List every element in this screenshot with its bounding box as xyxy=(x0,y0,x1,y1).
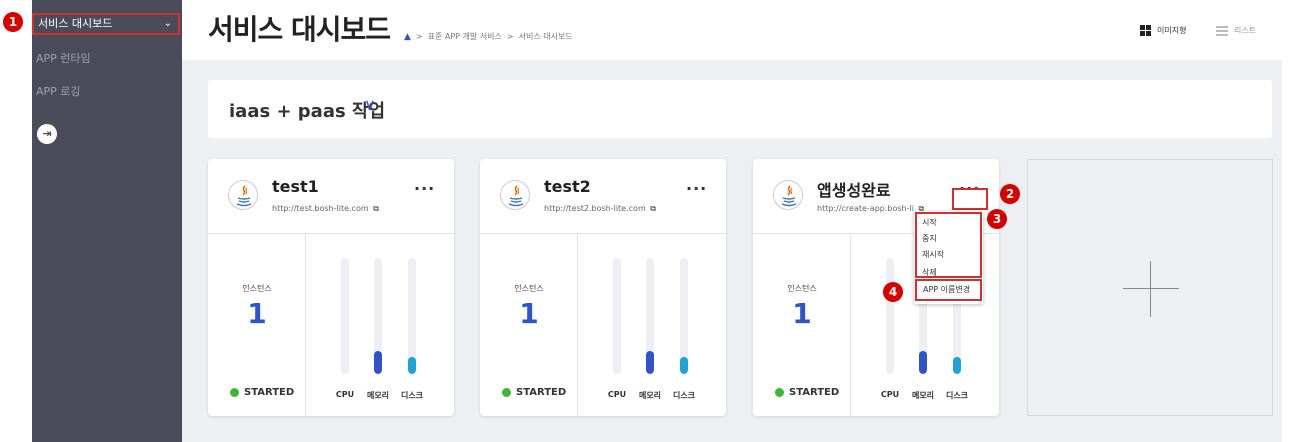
sidebar-item-label: 서비스 대시보드 xyxy=(38,17,113,30)
card-header: test1 http://test.bosh-lite.com ⧉ ··· xyxy=(208,159,454,234)
instance-label: 인스턴스 xyxy=(242,284,272,293)
app-name: 앱생성완료 xyxy=(817,181,891,200)
list-view-button[interactable]: 리스트 xyxy=(1216,25,1256,36)
instance-count: 1 xyxy=(792,297,812,330)
card-header: test2 http://test2.bosh-lite.com ⧉ ··· xyxy=(480,159,726,234)
list-view-icon xyxy=(1216,25,1228,36)
plus-icon-vertical xyxy=(1150,261,1151,317)
callout-badge: 1 xyxy=(3,12,23,32)
instance-panel: 인스턴스 1 STARTED xyxy=(480,234,578,416)
cpu-bar xyxy=(341,258,349,374)
menu-item-restart[interactable]: 재시작 xyxy=(922,249,944,260)
more-button-highlight xyxy=(952,188,988,210)
memory-bar-fill xyxy=(374,350,382,374)
app-url-link[interactable]: http://create-app.bosh-li ⧉ xyxy=(817,204,924,214)
chevron-down-icon: ⌄ xyxy=(163,18,172,29)
status-text: STARTED xyxy=(244,387,295,398)
java-icon xyxy=(500,180,530,210)
sidebar-item-app-logging[interactable]: APP 로깅 xyxy=(32,81,81,103)
external-link-icon: ⧉ xyxy=(370,204,379,213)
plus-icon xyxy=(1123,288,1179,289)
app-url: http://test2.bosh-lite.com xyxy=(544,204,646,213)
menu-item-rename-app[interactable]: APP 이름변경 xyxy=(915,279,982,301)
sidebar: 서비스 대시보드 ⌄ APP 런타임 APP 로깅 ⇥ xyxy=(32,0,182,442)
instance-panel: 인스턴스 1 STARTED xyxy=(753,234,851,416)
more-options-button[interactable]: ··· xyxy=(414,179,435,198)
disk-label: 디스크 xyxy=(945,391,969,400)
breadcrumb: ▲ > 표준 APP 개발 서비스 > 서비스 대시보드 xyxy=(404,31,573,42)
menu-item-start[interactable]: 시작 xyxy=(922,217,937,228)
memory-bar-fill xyxy=(919,350,927,374)
instance-count: 1 xyxy=(519,297,539,330)
menu-item-stop[interactable]: 중지 xyxy=(922,233,937,244)
app-name: test2 xyxy=(544,177,591,196)
external-link-icon: ⧉ xyxy=(647,204,656,213)
disk-bar-fill xyxy=(953,356,961,374)
status-text: STARTED xyxy=(516,387,567,398)
app-url-link[interactable]: http://test2.bosh-lite.com ⧉ xyxy=(544,204,656,214)
instance-label: 인스턴스 xyxy=(514,284,544,293)
logout-icon[interactable]: ⇥ xyxy=(37,124,57,144)
app-url: http://create-app.bosh-li xyxy=(817,204,914,213)
breadcrumb-separator: > xyxy=(506,32,514,41)
status-badge: STARTED xyxy=(230,387,294,398)
list-view-label: 리스트 xyxy=(1234,26,1257,35)
app-url-link[interactable]: http://test.bosh-lite.com ⧉ xyxy=(272,204,379,214)
org-selector[interactable]: iaas + paas 작업 ∨ xyxy=(208,80,1272,138)
callout-badge: 4 xyxy=(883,282,903,302)
status-badge: STARTED xyxy=(775,387,839,398)
image-view-label: 이미지형 xyxy=(1157,26,1187,35)
app-card[interactable]: test2 http://test2.bosh-lite.com ⧉ ··· 인… xyxy=(480,159,726,416)
breadcrumb-item[interactable]: 표준 APP 개발 서비스 xyxy=(428,31,502,42)
memory-bar xyxy=(646,258,654,374)
status-badge: STARTED xyxy=(502,387,566,398)
instance-label: 인스턴스 xyxy=(787,284,817,293)
sidebar-item-label: APP 로깅 xyxy=(36,85,81,98)
image-view-button[interactable]: 이미지형 xyxy=(1140,25,1186,36)
sidebar-item-label: APP 런타임 xyxy=(36,52,91,65)
status-text: STARTED xyxy=(789,387,840,398)
disk-label: 디스크 xyxy=(672,391,696,400)
page-title: 서비스 대시보드 xyxy=(208,13,391,46)
app-action-menu: 시작 중지 재시작 삭제 APP 이름변경 xyxy=(914,211,983,304)
cpu-bar xyxy=(613,258,621,374)
breadcrumb-item: 서비스 대시보드 xyxy=(518,32,573,41)
disk-bar xyxy=(680,258,688,374)
status-dot-icon xyxy=(775,388,784,397)
resource-bars: CPU 메모리 디스크 xyxy=(579,234,726,416)
menu-item-delete[interactable]: 삭제 xyxy=(922,267,937,278)
resource-bars: CPU 메모리 디스크 xyxy=(307,234,454,416)
add-app-card[interactable] xyxy=(1027,159,1273,416)
disk-bar-fill xyxy=(408,356,416,374)
instance-panel: 인스턴스 1 STARTED xyxy=(208,234,306,416)
disk-label: 디스크 xyxy=(400,391,424,400)
app-name: test1 xyxy=(272,177,319,196)
status-dot-icon xyxy=(502,388,511,397)
status-dot-icon xyxy=(230,388,239,397)
cpu-bar xyxy=(886,258,894,374)
callout-badge: 3 xyxy=(987,209,1007,229)
memory-bar xyxy=(374,258,382,374)
home-icon[interactable]: ▲ xyxy=(404,32,411,42)
grid-view-icon xyxy=(1140,25,1151,36)
more-options-button[interactable]: ··· xyxy=(686,179,707,198)
sidebar-item-app-runtime[interactable]: APP 런타임 xyxy=(32,48,91,70)
java-icon xyxy=(228,180,258,210)
chevron-down-icon[interactable]: ∨ xyxy=(364,95,376,114)
callout-badge: 2 xyxy=(1000,184,1020,204)
org-name: iaas + paas 작업 xyxy=(229,101,386,122)
app-card[interactable]: test1 http://test.bosh-lite.com ⧉ ··· 인스… xyxy=(208,159,454,416)
java-icon xyxy=(773,180,803,210)
disk-bar-fill xyxy=(680,356,688,374)
sidebar-item-service-dashboard[interactable]: 서비스 대시보드 ⌄ xyxy=(32,13,180,35)
app-root: 서비스 대시보드 ⌄ APP 런타임 APP 로깅 ⇥ 서비스 대시보드 ▲ >… xyxy=(0,0,1291,442)
app-url: http://test.bosh-lite.com xyxy=(272,204,369,213)
memory-bar-fill xyxy=(646,350,654,374)
breadcrumb-separator: > xyxy=(415,32,423,41)
disk-bar xyxy=(408,258,416,374)
instance-count: 1 xyxy=(247,297,267,330)
main-content: iaas + paas 작업 ∨ test1 http://test.bosh-… xyxy=(182,60,1282,442)
